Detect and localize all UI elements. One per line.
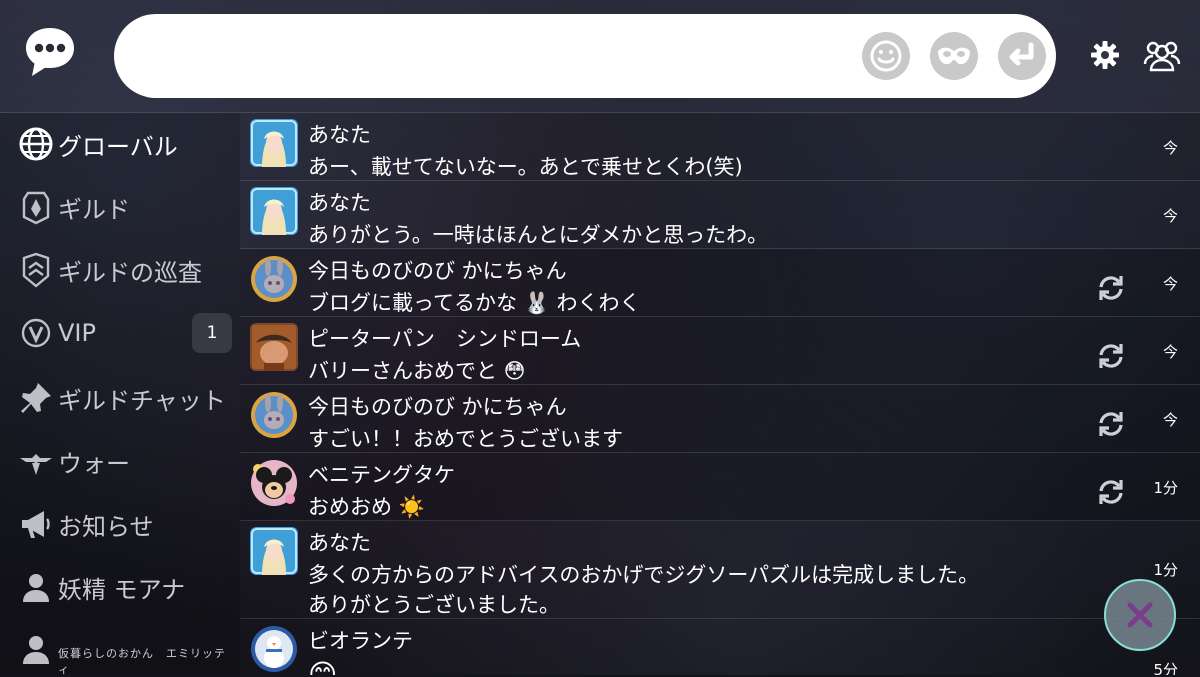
sidebar-item-label: ギルドチャット (58, 386, 226, 415)
sidebar-item-guild-chat[interactable]: ギルドチャット (18, 378, 236, 418)
unread-badge: 1 (192, 313, 232, 353)
player-avatar[interactable] (250, 625, 298, 673)
message-input-bar (114, 14, 1056, 98)
sidebar-item-news[interactable]: お知らせ (18, 504, 236, 544)
sidebar-item-label: グローバル (58, 132, 178, 161)
timestamp: 1分 (1153, 561, 1178, 579)
message-input[interactable] (142, 32, 866, 82)
smiley-icon (870, 40, 902, 72)
mask-button[interactable] (930, 32, 978, 80)
retranslate-icon[interactable] (1096, 409, 1126, 439)
chat-message-row[interactable]: あなた あー、載せてないなー。あとで乗せとくわ(笑) 今 (240, 113, 1200, 181)
retranslate-icon[interactable] (1096, 477, 1126, 507)
message-text: ありがとう。一時はほんとにダメかと思ったわ。 (308, 223, 769, 247)
player-avatar[interactable] (250, 187, 298, 235)
emoji-button[interactable] (862, 32, 910, 80)
channel-sidebar: グローバル ギルド ギルドの巡査 VIP 1 ギルドチャット ウォー お知らせ … (0, 113, 240, 676)
sidebar-item-label: ウォー (58, 449, 130, 478)
message-text: バリーさんおめでと 😳 (308, 359, 526, 383)
message-text: 多くの方からのアドバイスのおかげでジグソーパズルは完成しました。 (308, 563, 980, 587)
chat-message-row[interactable]: あなた 多くの方からのアドバイスのおかげでジグソーパズルは完成しました。 ありが… (240, 521, 1200, 619)
chat-bubble-icon (26, 28, 74, 76)
message-text: すごい！！おめでとうございます (308, 427, 623, 451)
globe-icon (19, 127, 53, 161)
message-text: あー、載せてないなー。あとで乗せとくわ(笑) (308, 155, 743, 179)
timestamp: 5分 (1153, 661, 1178, 675)
chat-message-row[interactable]: ビオランテ 😊 5分 (240, 619, 1200, 675)
sidebar-item-label: 仮暮らしのおかん エミリッティ (58, 647, 226, 676)
sender-name: あなた (308, 123, 371, 147)
guild-emblem-icon (22, 191, 50, 225)
chat-message-row[interactable]: あなた ありがとう。一時はほんとにダメかと思ったわ。 今 (240, 181, 1200, 249)
sidebar-item-label: お知らせ (58, 512, 154, 541)
timestamp: 今 (1162, 275, 1178, 293)
sender-name: あなた (308, 191, 371, 215)
sidebar-item-guild[interactable]: ギルド (18, 187, 236, 227)
timestamp: 1分 (1153, 479, 1178, 497)
person-icon (23, 574, 49, 602)
sidebar-item-label: ギルドの巡査 (58, 258, 202, 287)
sidebar-item-global[interactable]: グローバル (18, 124, 236, 164)
vip-icon (21, 318, 51, 348)
sidebar-item-label: ギルド (58, 195, 130, 224)
chat-message-row[interactable]: ベニテングタケ おめおめ ☀️ 1分 (240, 453, 1200, 521)
chat-message-row[interactable]: 今日ものびのび かにちゃん すごい！！おめでとうございます 今 (240, 385, 1200, 453)
sidebar-item-label: VIP (58, 319, 96, 347)
gear-icon[interactable] (1090, 40, 1120, 70)
close-icon (1127, 602, 1153, 628)
sidebar-item-war[interactable]: ウォー (18, 441, 236, 481)
friends-icon[interactable] (1142, 38, 1182, 72)
person-icon (23, 636, 49, 664)
sender-name: ピーターパン シンドローム (308, 327, 582, 351)
sidebar-item-vip[interactable]: VIP 1 (18, 313, 236, 353)
sidebar-item-emiritty[interactable]: 仮暮らしのおかん エミリッティ (18, 629, 236, 676)
sender-name: 今日ものびのび かにちゃん (308, 259, 567, 283)
message-text: ブログに載ってるかな 🐰 わくわく (308, 291, 641, 315)
player-avatar[interactable] (250, 119, 298, 167)
chat-message-row[interactable]: ピーターパン シンドローム バリーさんおめでと 😳 今 (240, 317, 1200, 385)
mask-icon (938, 47, 970, 65)
enter-arrow-icon (1009, 42, 1034, 66)
sidebar-item-label: 妖精 モアナ (58, 575, 186, 604)
sender-name: ベニテングタケ (308, 463, 455, 487)
player-avatar[interactable] (250, 459, 298, 507)
timestamp: 今 (1162, 207, 1178, 225)
guild-patrol-icon (22, 252, 50, 288)
sender-name: あなた (308, 531, 371, 555)
top-bar (0, 0, 1200, 113)
player-avatar[interactable] (250, 323, 298, 371)
player-avatar[interactable] (250, 527, 298, 575)
timestamp: 今 (1162, 139, 1178, 157)
megaphone-icon (22, 511, 50, 538)
player-avatar[interactable] (250, 391, 298, 439)
sidebar-item-fairy-moana[interactable]: 妖精 モアナ (18, 567, 236, 607)
message-text: おめおめ ☀️ (308, 495, 425, 519)
pin-icon (21, 383, 51, 413)
timestamp: 今 (1162, 411, 1178, 429)
message-text-line2: ありがとうございました。 (308, 593, 560, 617)
message-text: 😊 (308, 658, 338, 676)
war-wings-icon (20, 454, 52, 475)
sender-name: 今日ものびのび かにちゃん (308, 395, 567, 419)
sender-name: ビオランテ (308, 629, 413, 653)
timestamp: 今 (1162, 343, 1178, 361)
sidebar-item-guild-patrol[interactable]: ギルドの巡査 (18, 250, 236, 290)
send-button[interactable] (998, 32, 1046, 80)
chat-message-row[interactable]: 今日ものびのび かにちゃん ブログに載ってるかな 🐰 わくわく 今 (240, 249, 1200, 317)
retranslate-icon[interactable] (1096, 341, 1126, 371)
player-avatar[interactable] (250, 255, 298, 303)
close-chat-button[interactable] (1104, 579, 1176, 651)
retranslate-icon[interactable] (1096, 273, 1126, 303)
chat-feed[interactable]: あなた あー、載せてないなー。あとで乗せとくわ(笑) 今 あなた ありがとう。一… (240, 113, 1200, 675)
